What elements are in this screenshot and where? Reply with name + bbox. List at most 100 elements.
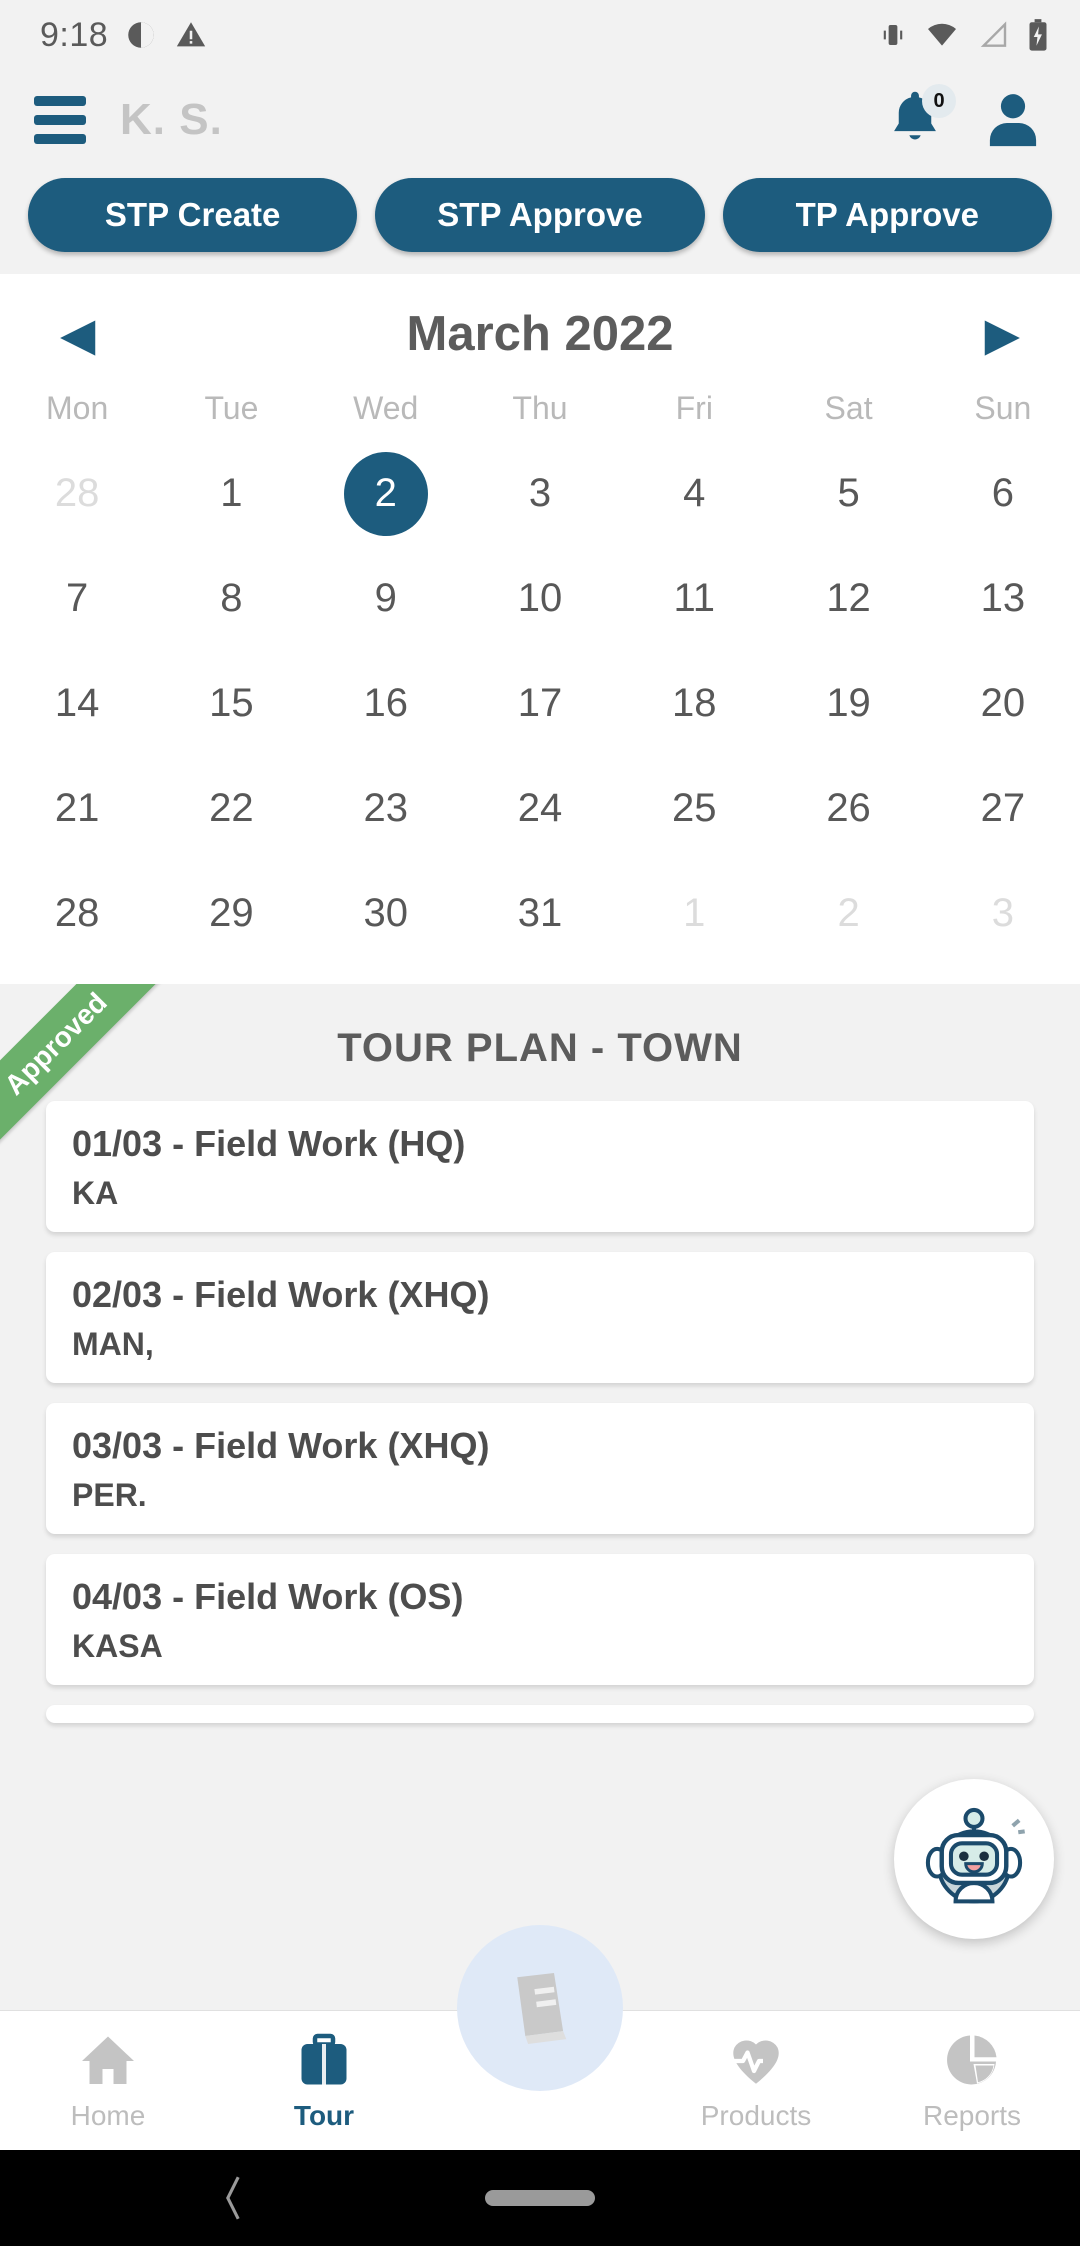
wifi-icon — [928, 23, 956, 46]
calendar-day[interactable]: 25 — [652, 767, 736, 851]
calendar-day-cell: 23 — [309, 756, 463, 861]
calendar-day-cell: 3 — [926, 861, 1080, 966]
calendar-day[interactable]: 4 — [652, 452, 736, 536]
status-bar-left: 9:18 — [40, 16, 208, 55]
battery-charging-icon — [1029, 19, 1047, 51]
calendar-day[interactable]: 22 — [189, 767, 273, 851]
pie-chart-icon — [947, 2035, 997, 2084]
calendar-day[interactable]: 5 — [807, 452, 891, 536]
calendar-weekday-row: Mon Tue Wed Thu Fri Sat Sun — [0, 372, 1080, 441]
status-bar: 9:18 — [0, 0, 1080, 70]
hamburger-line — [34, 134, 86, 144]
calendar-day-cell: 19 — [771, 651, 925, 756]
chatbot-fab-button[interactable] — [894, 1779, 1054, 1939]
calendar-day-cell: 17 — [463, 651, 617, 756]
calendar-day[interactable]: 1 — [189, 452, 273, 536]
calendar-day[interactable]: 2 — [807, 872, 891, 956]
calendar-day-cell: 10 — [463, 546, 617, 651]
book-fab-button[interactable] — [457, 1925, 623, 2091]
calendar-day[interactable]: 8 — [189, 557, 273, 641]
calendar-day-cell: 25 — [617, 756, 771, 861]
calendar-day[interactable]: 24 — [498, 767, 582, 851]
calendar-day[interactable]: 21 — [35, 767, 119, 851]
tour-plan-card-subtitle: KASA — [72, 1628, 163, 1664]
calendar-day[interactable]: 16 — [344, 662, 428, 746]
user-profile-icon[interactable] — [980, 87, 1046, 153]
calendar-day-cell: 5 — [771, 441, 925, 546]
hamburger-menu-icon[interactable] — [34, 96, 86, 144]
calendar-day[interactable]: 19 — [807, 662, 891, 746]
calendar-day-cell: 11 — [617, 546, 771, 651]
nav-label-products: Products — [700, 2099, 812, 2131]
calendar-day[interactable]: 15 — [189, 662, 273, 746]
calendar-day[interactable]: 14 — [35, 662, 119, 746]
calendar-day[interactable]: 12 — [807, 557, 891, 641]
tour-plan-card[interactable]: 04/03 - Field Work (OS) KASA — [46, 1554, 1034, 1685]
calendar-day[interactable]: 31 — [498, 872, 582, 956]
calendar-day[interactable]: 13 — [961, 557, 1045, 641]
calendar-day[interactable]: 9 — [344, 557, 428, 641]
nav-item-home[interactable]: Home — [0, 2030, 216, 2132]
status-time: 9:18 — [40, 15, 109, 54]
nav-item-reports[interactable]: Reports — [864, 2030, 1080, 2132]
tour-plan-card-list: 01/03 - Field Work (HQ) KA 02/03 - Field W… — [0, 1101, 1080, 1723]
nav-label-home: Home — [70, 2099, 146, 2131]
calendar-day[interactable]: 30 — [344, 872, 428, 956]
tour-plan-card[interactable]: 02/03 - Field Work (XHQ) MAN, — [46, 1252, 1034, 1383]
calendar-day[interactable]: 23 — [344, 767, 428, 851]
calendar-day-cell: 27 — [926, 756, 1080, 861]
calendar-day-selected[interactable]: 2 — [343, 451, 428, 536]
tour-plan-section: Approved TOUR PLAN - TOWN 01/03 - Field … — [0, 984, 1080, 1723]
tour-plan-card-subtitle: MAN, — [72, 1326, 154, 1362]
app-title: K. S. — [120, 95, 223, 144]
stp-approve-button[interactable]: STP Approve — [375, 178, 705, 252]
weekday-label: Fri — [675, 390, 713, 426]
signal-icon — [980, 21, 1007, 47]
tp-approve-button[interactable]: TP Approve — [722, 178, 1052, 252]
calendar-day[interactable]: 6 — [961, 452, 1045, 536]
tour-plan-card-title: 04/03 - Field Work (OS) — [72, 1576, 464, 1617]
weekday-label: Mon — [46, 390, 109, 426]
notification-bell-button[interactable]: 0 — [884, 84, 956, 152]
hamburger-line — [34, 115, 86, 125]
tour-plan-card-title: 02/03 - Field Work (XHQ) — [72, 1274, 490, 1315]
calendar-day[interactable]: 3 — [961, 872, 1045, 956]
calendar-day-cell: 8 — [154, 546, 308, 651]
calendar-next-month-button[interactable]: ▶ — [985, 311, 1020, 357]
calendar-day[interactable]: 1 — [652, 872, 736, 956]
calendar-day[interactable]: 10 — [498, 557, 582, 641]
tour-plan-card-partial[interactable] — [46, 1705, 1034, 1723]
calendar-day[interactable]: 11 — [652, 557, 736, 641]
calendar-day-cell: 24 — [463, 756, 617, 861]
calendar-day[interactable]: 18 — [652, 662, 736, 746]
calendar-day-cell: 14 — [0, 651, 154, 756]
calendar-day[interactable]: 28 — [35, 452, 119, 536]
calendar-day[interactable]: 17 — [498, 662, 582, 746]
tour-plan-card-title: 01/03 - Field Work (HQ) — [72, 1123, 466, 1164]
calendar-day[interactable]: 20 — [961, 662, 1045, 746]
calendar-day[interactable]: 3 — [498, 452, 582, 536]
calendar-day[interactable]: 28 — [35, 872, 119, 956]
calendar-day-cell: 9 — [309, 546, 463, 651]
calendar-day[interactable]: 27 — [961, 767, 1045, 851]
briefcase-icon — [301, 2033, 347, 2084]
calendar-day-cell: 1 — [154, 441, 308, 546]
weekday-label: Wed — [353, 390, 419, 426]
heartbeat-icon — [732, 2039, 779, 2084]
nav-item-tour[interactable]: Tour — [216, 2030, 432, 2132]
calendar-day[interactable]: 26 — [807, 767, 891, 851]
calendar-day-cell: 4 — [617, 441, 771, 546]
android-gesture-bar — [0, 2150, 1080, 2246]
tour-plan-card[interactable]: 01/03 - Field Work (HQ) KA — [46, 1101, 1034, 1232]
calendar-day[interactable]: 7 — [35, 557, 119, 641]
nav-item-products[interactable]: Products — [648, 2030, 864, 2132]
calendar: ◀ March 2022 ▶ Mon Tue Wed Thu Fri Sat S… — [0, 274, 1080, 984]
tour-plan-card[interactable]: 03/03 - Field Work (XHQ) PER. — [46, 1403, 1034, 1534]
calendar-header: ◀ March 2022 ▶ — [0, 288, 1080, 372]
back-chevron-icon[interactable] — [216, 2172, 250, 2224]
calendar-day[interactable]: 29 — [189, 872, 273, 956]
home-pill[interactable] — [485, 2190, 595, 2206]
notification-badge: 0 — [922, 84, 956, 118]
calendar-prev-month-button[interactable]: ◀ — [60, 311, 95, 357]
stp-create-button[interactable]: STP Create — [28, 178, 358, 252]
